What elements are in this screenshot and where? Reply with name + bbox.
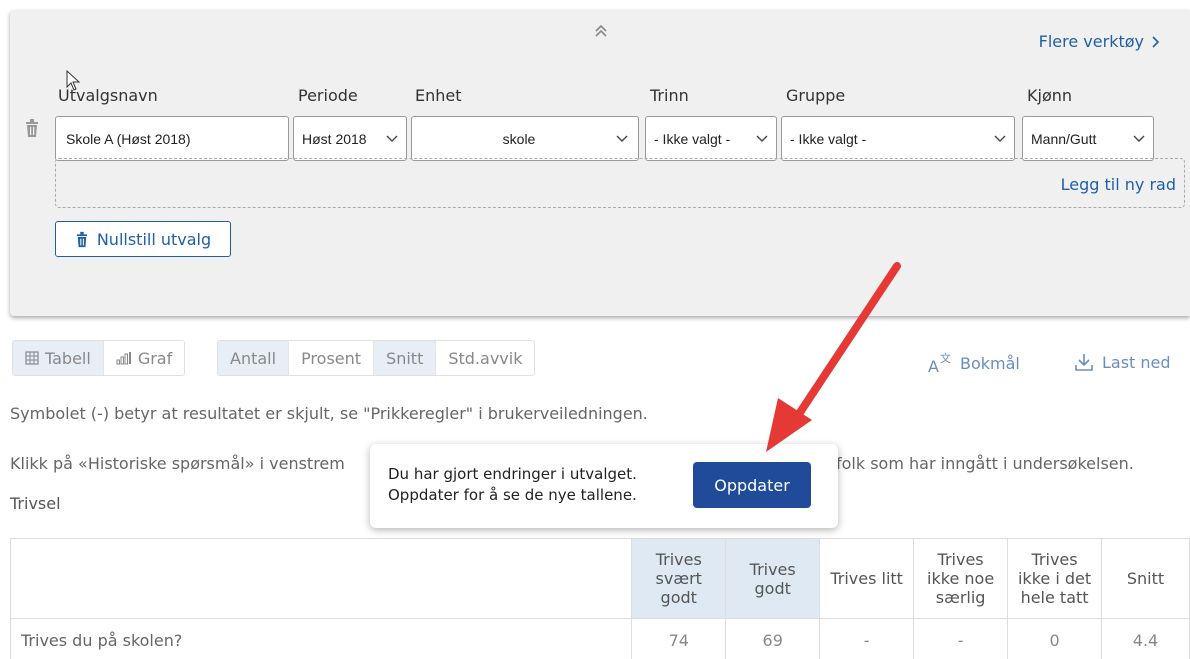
- table-header: Trives ikke noe særlig: [913, 538, 1009, 619]
- update-notification-popup: Du har gjort endringer i utvalget. Oppda…: [370, 444, 838, 528]
- selection-name-value: Skole A (Høst 2018): [66, 130, 191, 147]
- chevron-down-icon: [1133, 135, 1145, 142]
- table-header: Trives ikke i det hele tatt: [1007, 538, 1103, 619]
- language-label: Bokmål: [960, 353, 1020, 373]
- svg-text:文: 文: [940, 352, 951, 365]
- trash-icon[interactable]: [24, 118, 40, 138]
- bar-chart-icon: [116, 352, 131, 365]
- unit-select[interactable]: skole: [411, 116, 639, 161]
- update-notification-text: Du har gjort endringer i utvalget. Oppda…: [388, 464, 637, 506]
- table-header: Trives litt: [819, 538, 915, 619]
- table-cell: -: [913, 618, 1009, 659]
- tab-table-label: Tabell: [45, 348, 91, 368]
- info-respondents: folk som har inngått i undersøkelsen.: [836, 454, 1134, 473]
- table-header: Snitt: [1101, 538, 1190, 619]
- chevron-down-icon: [994, 135, 1006, 142]
- table-cell: 69: [725, 618, 821, 659]
- table-row: Trives du på skolen? 74 69 - - 0 4.4: [9, 618, 1190, 659]
- add-row-area[interactable]: Legg til ny rad: [55, 158, 1185, 208]
- table-icon: [25, 351, 39, 365]
- results-table: Trives svært godt Trives godt Trives lit…: [9, 538, 1190, 659]
- column-label-group: Gruppe: [786, 86, 846, 105]
- gender-value: Mann/Gutt: [1031, 130, 1097, 147]
- tab-table[interactable]: Tabell: [13, 341, 104, 375]
- table-cell: -: [819, 618, 915, 659]
- table-header: Trives svært godt: [631, 538, 727, 619]
- chevron-down-icon: [616, 135, 628, 142]
- download-link[interactable]: Last ned: [1074, 352, 1171, 372]
- column-label-period: Periode: [298, 86, 358, 105]
- table-cell: 74: [631, 618, 727, 659]
- column-label-grade: Trinn: [650, 86, 689, 105]
- update-button[interactable]: Oppdater: [693, 462, 811, 508]
- translate-icon: A 文: [928, 352, 951, 374]
- download-icon: [1075, 354, 1093, 371]
- table-cell: 4.4: [1101, 618, 1190, 659]
- tab-std-dev[interactable]: Std.avvik: [436, 341, 534, 375]
- update-notification-line: Oppdater for å se de nye tallene.: [388, 486, 637, 504]
- more-tools-label: Flere verktøy: [1038, 32, 1144, 51]
- period-select[interactable]: Høst 2018: [293, 116, 407, 161]
- tab-percent[interactable]: Prosent: [289, 341, 375, 375]
- view-toggle: Tabell Graf: [12, 340, 186, 376]
- tab-graph[interactable]: Graf: [104, 341, 184, 375]
- download-label: Last ned: [1102, 352, 1171, 372]
- column-label-gender: Kjønn: [1027, 86, 1073, 105]
- info-historical-questions: Klikk på «Historiske spørsmål» i venstre…: [10, 454, 345, 473]
- trash-icon: [76, 231, 87, 247]
- selection-name-input[interactable]: Skole A (Høst 2018): [55, 116, 289, 161]
- tab-count[interactable]: Antall: [218, 341, 290, 375]
- section-title: Trivsel: [10, 494, 61, 513]
- chevron-down-icon: [756, 135, 768, 142]
- filter-panel: Flere verktøy Utvalgsnavn Periode Enhet …: [10, 10, 1190, 316]
- table-header: [9, 538, 633, 619]
- more-tools-link[interactable]: Flere verktøy: [1039, 32, 1160, 51]
- measure-toggle: Antall Prosent Snitt Std.avvik: [217, 340, 536, 376]
- table-cell: 0: [1007, 618, 1103, 659]
- update-notification-line: Du har gjort endringer i utvalget.: [388, 465, 637, 483]
- tab-graph-label: Graf: [137, 348, 173, 368]
- svg-text:A: A: [928, 357, 939, 374]
- chevron-right-icon: [1152, 35, 1160, 48]
- add-row-link[interactable]: Legg til ny rad: [1061, 175, 1184, 194]
- period-value: Høst 2018: [302, 130, 367, 147]
- group-select[interactable]: - Ikke valgt -: [781, 116, 1015, 161]
- reset-selection-button[interactable]: Nullstill utvalg: [55, 221, 231, 257]
- column-label-unit: Enhet: [415, 86, 462, 105]
- table-cell-question: Trives du på skolen?: [9, 618, 633, 659]
- chevron-double-up-icon[interactable]: [593, 22, 609, 40]
- unit-value: skole: [502, 130, 536, 147]
- info-hidden-results: Symbolet (-) betyr at resultatet er skju…: [10, 404, 648, 423]
- chevron-down-icon: [386, 135, 398, 142]
- grade-select[interactable]: - Ikke valgt -: [645, 116, 777, 161]
- table-header: Trives godt: [725, 538, 821, 619]
- group-value: - Ikke valgt -: [790, 130, 867, 147]
- language-selector[interactable]: A 文 Bokmål: [928, 352, 1020, 374]
- grade-value: - Ikke valgt -: [654, 130, 731, 147]
- tab-mean[interactable]: Snitt: [374, 341, 437, 375]
- gender-select[interactable]: Mann/Gutt: [1022, 116, 1154, 161]
- table-header-row: Trives svært godt Trives godt Trives lit…: [9, 538, 1190, 619]
- mouse-cursor-icon: [66, 70, 80, 91]
- reset-selection-label: Nullstill utvalg: [96, 229, 212, 249]
